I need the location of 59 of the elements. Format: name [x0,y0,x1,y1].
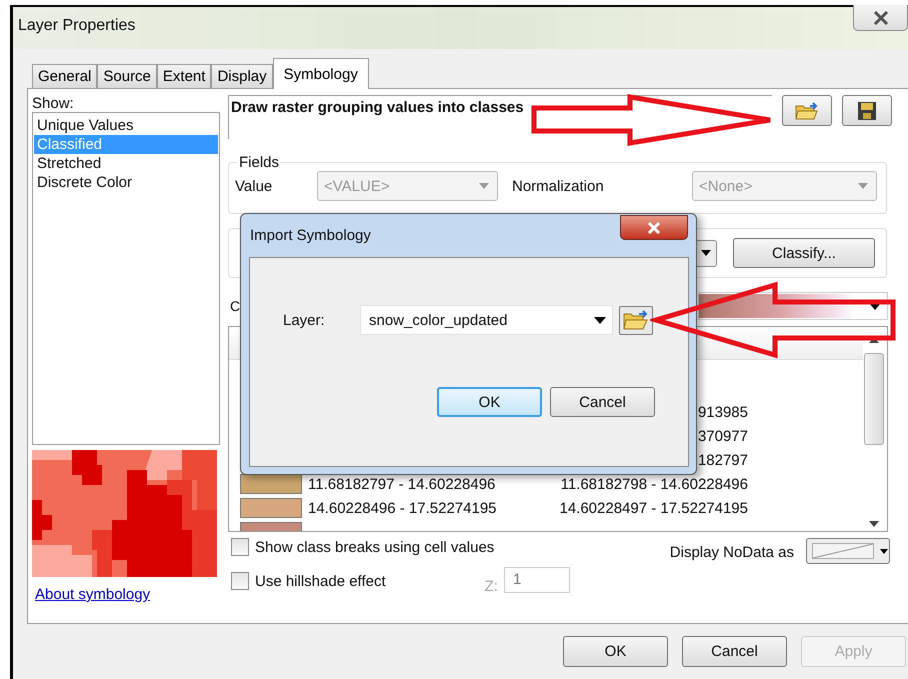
close-icon [647,222,661,234]
save-button[interactable] [842,95,892,126]
value-label: Value [235,178,274,194]
caret-icon [479,183,489,189]
table-cell: 182797 [698,452,748,468]
tab[interactable]: Extent [156,64,212,88]
no-color-swatch-icon [812,543,874,559]
layer-dropdown[interactable]: snow_color_updated [360,305,613,335]
checkbox-label: Show class breaks using cell values [255,538,494,556]
list-item[interactable]: Discrete Color [34,173,218,192]
checkbox[interactable] [231,538,249,556]
table-cell: 11.68182797 - 14.60228496 [308,476,496,492]
dialog-button[interactable]: OK [437,387,542,417]
show-label: Show: [32,95,75,112]
tab[interactable]: General [32,64,98,88]
scroll-down-icon [869,521,879,527]
list-item[interactable]: Stretched [34,154,218,173]
color-ramp-label: C [230,298,240,314]
caret-icon [880,548,888,554]
classify-button[interactable]: Classify... [733,238,875,268]
table-cell: 14.60228496 - 17.52274195 [308,500,497,516]
table-cell: 11.68182798 - 14.60228496 [560,476,748,492]
table-cell: 913985 [698,404,748,420]
table-cell: 370977 [698,428,748,444]
caret-icon [701,250,711,256]
dialog-button[interactable]: Cancel [682,636,787,667]
normalization-label: Normalization [512,178,605,194]
tab[interactable]: Display [211,64,273,88]
close-button[interactable] [853,5,908,31]
caret-icon [594,316,606,324]
dialog-button[interactable]: OK [563,636,668,667]
color-swatch[interactable] [240,474,302,494]
group-legend: Fields [237,154,282,171]
browse-button[interactable] [619,306,653,334]
nodata-color-picker[interactable] [806,538,890,564]
scroll-thumb[interactable] [864,353,884,445]
dialog-title: Import Symbology [250,227,371,244]
dialog-button[interactable]: Cancel [550,387,655,417]
folder-icon [623,309,649,331]
caret-icon [869,302,881,310]
window-title: Layer Properties [18,17,136,35]
about-link[interactable]: About symbology [35,586,150,603]
folder-icon [795,100,820,120]
description-text: Draw raster grouping values into classes [231,99,524,116]
tab[interactable]: Symbology [272,58,369,89]
list-item[interactable]: Unique Values [34,116,218,135]
checkbox-label: Use hillshade effect [255,572,386,590]
caret-icon [858,183,868,189]
checkbox[interactable] [231,572,249,590]
close-button[interactable] [620,215,688,240]
close-icon [872,10,888,24]
z-label: Z: [484,578,498,594]
nodata-label: Display NoData as [670,544,794,561]
import-button[interactable] [782,95,832,126]
dropdown-button[interactable] [695,240,717,266]
layer-label: Layer: [283,312,326,328]
table-cell: 14.60228497 - 17.52274195 [559,500,748,516]
color-swatch[interactable] [240,498,302,518]
tab[interactable]: Source [97,64,157,88]
